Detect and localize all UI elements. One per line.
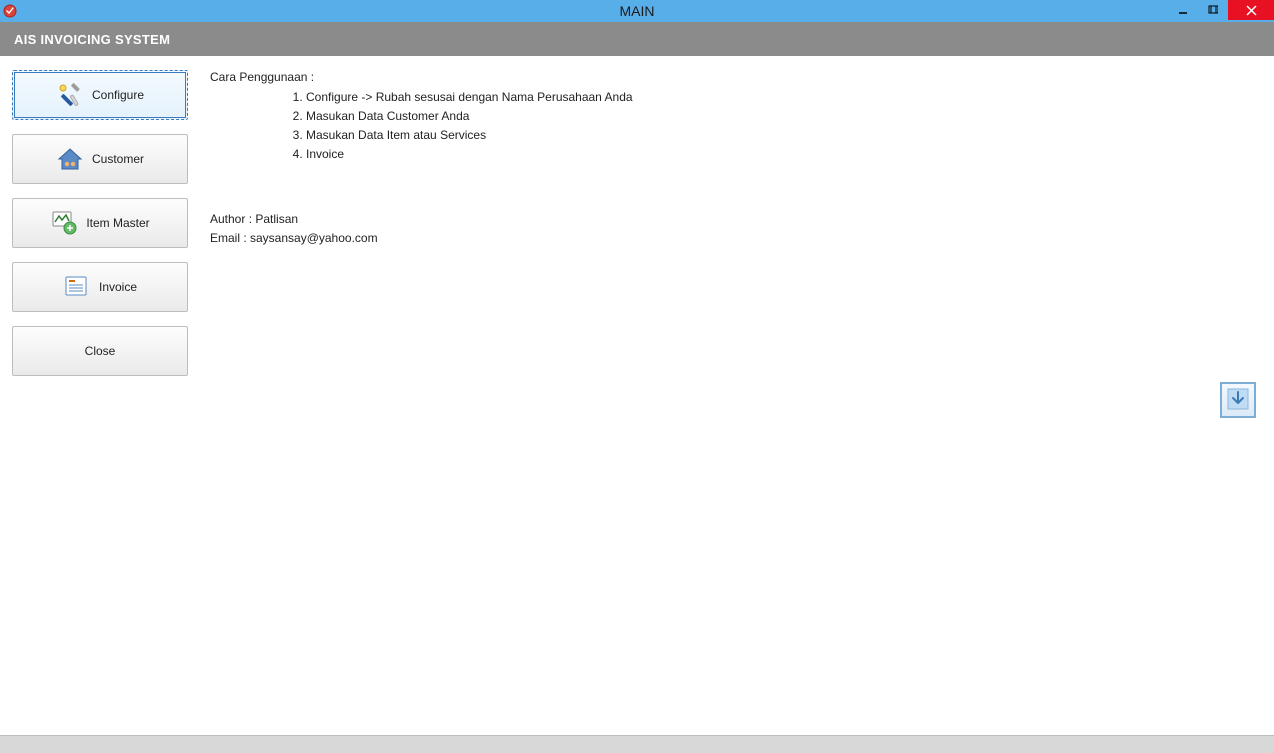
app-header: AIS INVOICING SYSTEM [0,22,1274,56]
invoice-button[interactable]: Invoice [12,262,188,312]
status-bar [0,735,1274,753]
configure-button[interactable]: Configure [12,70,188,120]
titlebar: MAIN [0,0,1274,22]
usage-heading: Cara Penggunaan : [210,70,1264,84]
minimize-button[interactable] [1168,0,1198,20]
tools-icon [56,81,84,109]
close-label: Close [85,344,116,358]
configure-label: Configure [92,88,144,102]
invoice-label: Invoice [99,280,137,294]
workspace: Configure Customer Item M [0,56,1274,735]
app-header-title: AIS INVOICING SYSTEM [14,32,170,47]
app-icon [2,3,18,19]
home-people-icon [56,145,84,173]
item-master-icon [50,209,78,237]
customer-label: Customer [92,152,144,166]
download-arrow-icon [1227,388,1249,413]
email-line: Email : saysansay@yahoo.com [210,229,1264,248]
item-master-button[interactable]: Item Master [12,198,188,248]
usage-step: Configure -> Rubah sesusai dengan Nama P… [306,88,1264,107]
invoice-icon [63,273,91,301]
customer-button[interactable]: Customer [12,134,188,184]
usage-step: Masukan Data Customer Anda [306,107,1264,126]
item-master-label: Item Master [86,216,149,230]
download-button[interactable] [1220,382,1256,418]
author-line: Author : Patlisan [210,210,1264,229]
window-title: MAIN [620,3,655,19]
close-window-button[interactable] [1228,0,1274,20]
usage-step: Invoice [306,145,1264,164]
close-button[interactable]: Close [12,326,188,376]
usage-steps: Configure -> Rubah sesusai dengan Nama P… [306,88,1264,164]
usage-step: Masukan Data Item atau Services [306,126,1264,145]
sidebar: Configure Customer Item M [0,56,200,735]
maximize-button[interactable] [1198,0,1228,20]
main-content: Cara Penggunaan : Configure -> Rubah ses… [200,56,1274,735]
